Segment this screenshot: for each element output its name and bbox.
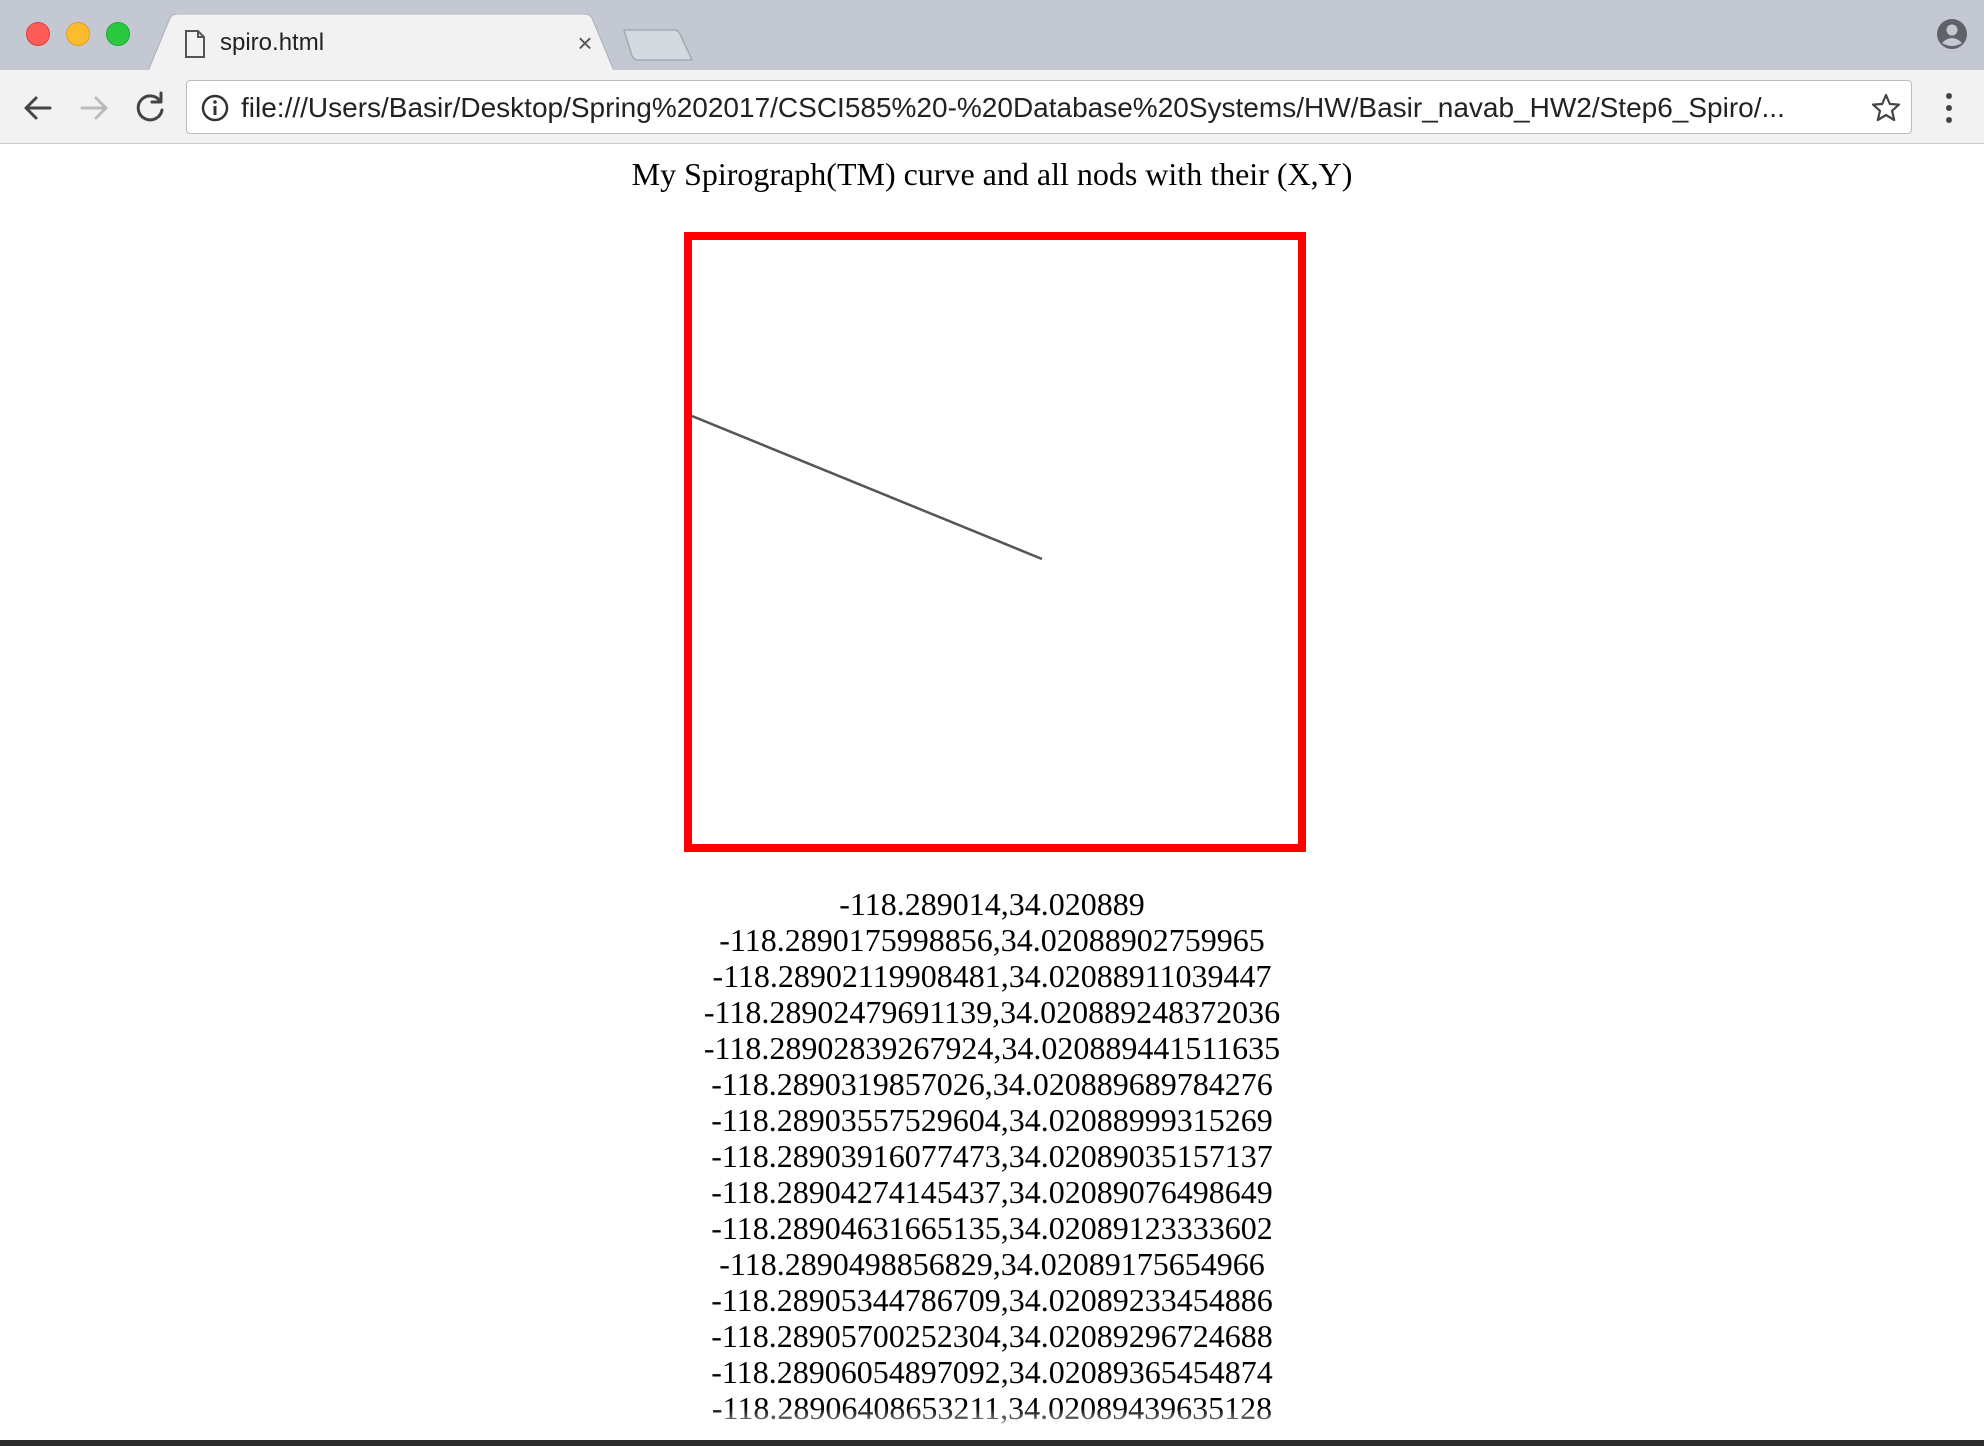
back-button[interactable]: [18, 88, 58, 128]
person-icon[interactable]: [1936, 18, 1968, 50]
tab-title: spiro.html: [220, 29, 325, 56]
minimize-window-button[interactable]: [66, 22, 90, 46]
vertical-ellipsis-icon: [1946, 93, 1952, 123]
page-heading: My Spirograph(TM) curve and all nods wit…: [631, 156, 1353, 192]
coordinate-row: -118.28902479691139,34.020889248372036: [703, 994, 1281, 1030]
close-window-button[interactable]: [26, 22, 50, 46]
spirograph-svg: [692, 414, 1043, 561]
new-tab-button[interactable]: [622, 28, 694, 62]
page-content: My Spirograph(TM) curve and all nods wit…: [0, 144, 1984, 1446]
coordinate-row: -118.28905700252304,34.02089296724688: [711, 1318, 1273, 1354]
star-icon[interactable]: [1871, 93, 1901, 123]
tab-strip: spiro.html ×: [0, 0, 1984, 71]
info-icon[interactable]: [201, 94, 229, 122]
arrow-left-icon: [24, 96, 52, 120]
maximize-window-button[interactable]: [106, 22, 130, 46]
coordinate-row: -118.28904274145437,34.02089076498649: [711, 1174, 1273, 1210]
coordinate-row: -118.2890498856829,34.02089175654966: [719, 1246, 1265, 1282]
close-tab-icon[interactable]: ×: [572, 30, 598, 56]
arrow-right-icon: [80, 96, 108, 120]
document-icon: [184, 30, 206, 58]
tab-background: [148, 14, 614, 71]
reload-icon: [136, 91, 164, 122]
coordinate-row: -118.28906054897092,34.02089365454874: [711, 1354, 1273, 1390]
coordinate-list: -118.289014,34.020889 -118.2890175998856,…: [0, 886, 1984, 1426]
coordinate-row: -118.28903557529604,34.02088999315269: [711, 1102, 1273, 1138]
coordinate-row: -118.28904631665135,34.02089123333602: [711, 1210, 1273, 1246]
address-bar[interactable]: file:///Users/Basir/Desktop/Spring%20201…: [186, 80, 1912, 134]
tab-spiro[interactable]: spiro.html ×: [148, 14, 614, 71]
coordinate-row: -118.28903916077473,34.02089035157137: [711, 1138, 1273, 1174]
coordinate-row: -118.28902119908481,34.02088911039447: [712, 958, 1272, 994]
url-text[interactable]: file:///Users/Basir/Desktop/Spring%20201…: [241, 91, 1841, 125]
browser-toolbar: file:///Users/Basir/Desktop/Spring%20201…: [0, 70, 1984, 144]
browser-menu-button[interactable]: [1934, 90, 1964, 126]
coordinate-row: -118.2890175998856,34.02088902759965: [719, 922, 1265, 958]
coordinate-row: -118.289014,34.020889: [839, 886, 1145, 922]
coordinate-row: -118.28905344786709,34.02089233454886: [711, 1282, 1273, 1318]
coordinate-row: -118.2890319857026,34.020889689784276: [711, 1066, 1273, 1102]
spirograph-canvas: [684, 232, 1306, 852]
screen-bottom-edge: [0, 1440, 1984, 1446]
forward-button[interactable]: [74, 88, 114, 128]
reload-button[interactable]: [130, 88, 170, 128]
coordinate-row: -118.28902839267924,34.020889441511635: [703, 1030, 1281, 1066]
spirograph-curve-segment: [692, 414, 1043, 561]
